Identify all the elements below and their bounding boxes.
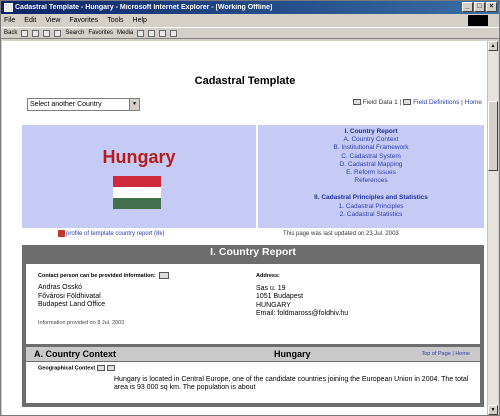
ie-icon [4, 3, 13, 12]
link-separator: | [461, 99, 463, 106]
geo-label: Geographical Context [38, 365, 116, 372]
history-icon[interactable] [137, 29, 145, 37]
geo-label-text: Geographical Context [38, 365, 96, 372]
country-name: Hungary [102, 147, 176, 167]
context-country: Hungary [274, 349, 311, 359]
email-link[interactable]: Email: foldmaross@foldhiv.hu [256, 310, 348, 319]
hungary-flag [113, 176, 161, 209]
link-separator: | [399, 99, 402, 106]
contact-heading: Contact person can be provided informati… [38, 272, 169, 279]
toc-item[interactable]: 1. Cadastral Principles [258, 203, 484, 211]
address-line: 1051 Budapest [256, 293, 304, 300]
pdf-link-text[interactable]: profile of template country report (8k) [66, 231, 164, 237]
top-of-page-link[interactable]: Top of Page | Home [421, 347, 470, 361]
forward-icon[interactable] [21, 29, 29, 37]
toc-item[interactable]: A. Country Context [258, 136, 484, 144]
toc-section-principles[interactable]: II. Cadastral Principles and Statistics [258, 194, 484, 202]
flag-stripe-green [113, 198, 161, 209]
flag-stripe-red [113, 176, 161, 187]
print-icon[interactable] [159, 29, 167, 37]
contact-line: Fővárosi Földhivatal [38, 292, 101, 300]
report-box: Contact person can be provided informati… [22, 259, 484, 407]
window-controls: _ □ × [462, 2, 497, 12]
country-select-value: Select another Country [30, 101, 102, 108]
scroll-down-icon[interactable]: ▼ [488, 405, 498, 415]
toc-spacer [258, 185, 484, 194]
address-line: Sas u. 19 [256, 284, 286, 292]
refresh-icon[interactable] [43, 29, 51, 37]
contact-line: Andras Osskó [38, 284, 82, 291]
contact-line: Budapest Land Office [38, 301, 106, 308]
home-link[interactable]: Home [465, 99, 482, 106]
country-context-header: A. Country Context Hungary Top of Page |… [26, 347, 480, 361]
field-definitions-link[interactable]: Field Definitions [413, 99, 459, 106]
pdf-link[interactable]: profile of template country report (8k) [58, 230, 164, 237]
page-title: Cadastral Template [194, 75, 296, 87]
geo-map-icon[interactable] [107, 365, 116, 371]
definitions-icon [403, 99, 412, 106]
menu-view[interactable]: View [45, 17, 60, 24]
browser-window: Cadastral Template - Hungary - Microsoft… [0, 0, 500, 416]
toc-item[interactable]: D. Cadastral Mapping [258, 161, 484, 169]
menu-favorites[interactable]: Favorites [69, 17, 98, 24]
favorites-button[interactable]: Favorites [88, 30, 113, 36]
minimize-button[interactable]: _ [462, 2, 473, 12]
context-title: A. Country Context [34, 349, 116, 359]
toc-section-country-report[interactable]: I. Country Report [258, 128, 484, 136]
stop-icon[interactable] [32, 29, 40, 37]
toc-item[interactable]: References [258, 177, 484, 185]
toc-item[interactable]: E. Reform Issues [258, 169, 484, 177]
back-button[interactable]: Back [4, 30, 17, 36]
toc-item[interactable]: C. Cadastral System [258, 153, 484, 161]
contact-panel: Contact person can be provided informati… [26, 264, 480, 344]
home-icon[interactable] [54, 29, 62, 37]
top-links: Field Data 1 | Field Definitions | Home [352, 99, 482, 106]
address-line: HUNGARY [256, 301, 291, 309]
page-viewport: Cadastral Template Select another Countr… [2, 41, 488, 415]
address-heading: Address: [256, 273, 280, 279]
table-of-contents: I. Country Report A. Country Context B. … [258, 125, 484, 228]
toc-item[interactable]: 2. Cadastral Statistics [258, 211, 484, 219]
address-info: Address: Sas u. 19 1051 Budapest HUNGARY… [256, 272, 348, 319]
data-icon [352, 99, 361, 106]
menu-bar: File Edit View Favorites Tools Help [1, 15, 499, 26]
country-select[interactable]: Select another Country ▼ [27, 98, 140, 111]
menu-file[interactable]: File [4, 17, 15, 24]
report-header: I. Country Report [22, 245, 484, 259]
menu-edit[interactable]: Edit [24, 17, 36, 24]
field-data-link[interactable]: Field Data 1 [363, 99, 398, 106]
last-updated: This page was last updated on 23 Jul. 20… [283, 231, 399, 237]
windows-logo-icon [468, 15, 488, 26]
menu-tools[interactable]: Tools [107, 17, 123, 24]
vertical-scrollbar[interactable]: ▲ ▼ [487, 41, 498, 415]
contact-info: Contact person can be provided informati… [38, 272, 169, 326]
scroll-thumb[interactable] [488, 101, 498, 171]
media-button[interactable]: Media [117, 30, 133, 36]
menu-help[interactable]: Help [133, 17, 147, 24]
country-hero: Hungary I. Country Report A. Country Con… [22, 125, 484, 228]
flag-stripe-white [113, 187, 161, 198]
toc-item[interactable]: B. Institutional Framework [258, 144, 484, 152]
window-title: Cadastral Template - Hungary - Microsoft… [15, 4, 273, 11]
maximize-button[interactable]: □ [474, 2, 485, 12]
hero-left: Hungary [22, 125, 256, 228]
edit-icon[interactable] [170, 29, 178, 37]
chevron-down-icon[interactable]: ▼ [129, 99, 139, 110]
contact-heading-text: Contact person can be provided informati… [38, 272, 156, 279]
title-bar: Cadastral Template - Hungary - Microsoft… [1, 1, 499, 14]
contact-card-icon[interactable] [158, 272, 169, 279]
geo-text: Hungary is located in Central Europe, on… [114, 376, 469, 391]
geo-panel: Geographical Context Hungary is located … [26, 362, 480, 403]
info-date: Information provided on 8 Jul. 2003 [38, 319, 125, 326]
scroll-up-icon[interactable]: ▲ [488, 41, 498, 51]
pdf-icon [58, 230, 65, 237]
close-button[interactable]: × [486, 2, 497, 12]
search-button[interactable]: Search [65, 30, 84, 36]
mail-icon[interactable] [148, 29, 156, 37]
geo-note-icon[interactable] [97, 365, 106, 371]
toolbar: Back Search Favorites Media [1, 27, 499, 39]
